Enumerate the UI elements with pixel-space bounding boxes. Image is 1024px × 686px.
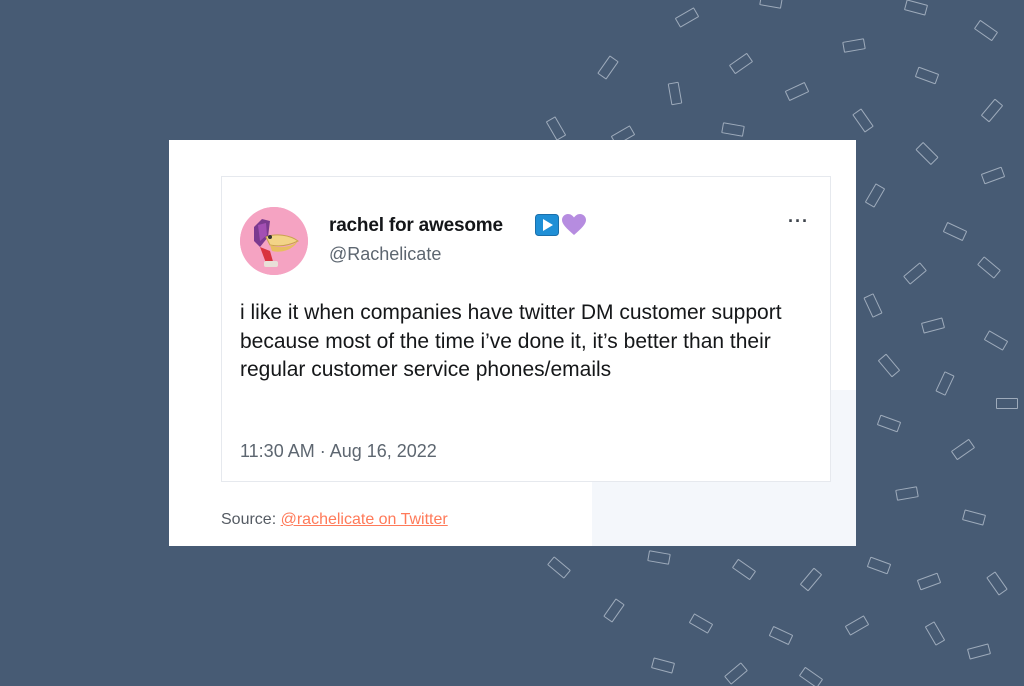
avatar[interactable] — [240, 207, 308, 275]
source-label: Source: — [221, 511, 277, 528]
purple-heart-emoji-icon — [562, 214, 586, 241]
name-badges — [535, 214, 586, 241]
embedded-tweet: rachel for awesome @Rachelicate ··· i li… — [221, 176, 831, 482]
tweet-text: i like it when companies have twitter DM… — [240, 301, 782, 381]
display-name[interactable]: rachel for awesome — [329, 215, 503, 237]
tweet-screenshot-card: rachel for awesome @Rachelicate ··· i li… — [169, 140, 856, 546]
page-background: rachel for awesome @Rachelicate ··· i li… — [0, 0, 1024, 686]
source-link[interactable]: @rachelicate on Twitter — [281, 511, 448, 528]
tweet-timestamp[interactable]: 11:30 AM · Aug 16, 2022 — [240, 441, 437, 462]
more-options-icon[interactable]: ··· — [788, 211, 809, 231]
user-handle[interactable]: @Rachelicate — [329, 244, 441, 265]
source-caption: Source: @rachelicate on Twitter — [221, 511, 448, 529]
play-button-emoji-icon — [535, 214, 559, 241]
